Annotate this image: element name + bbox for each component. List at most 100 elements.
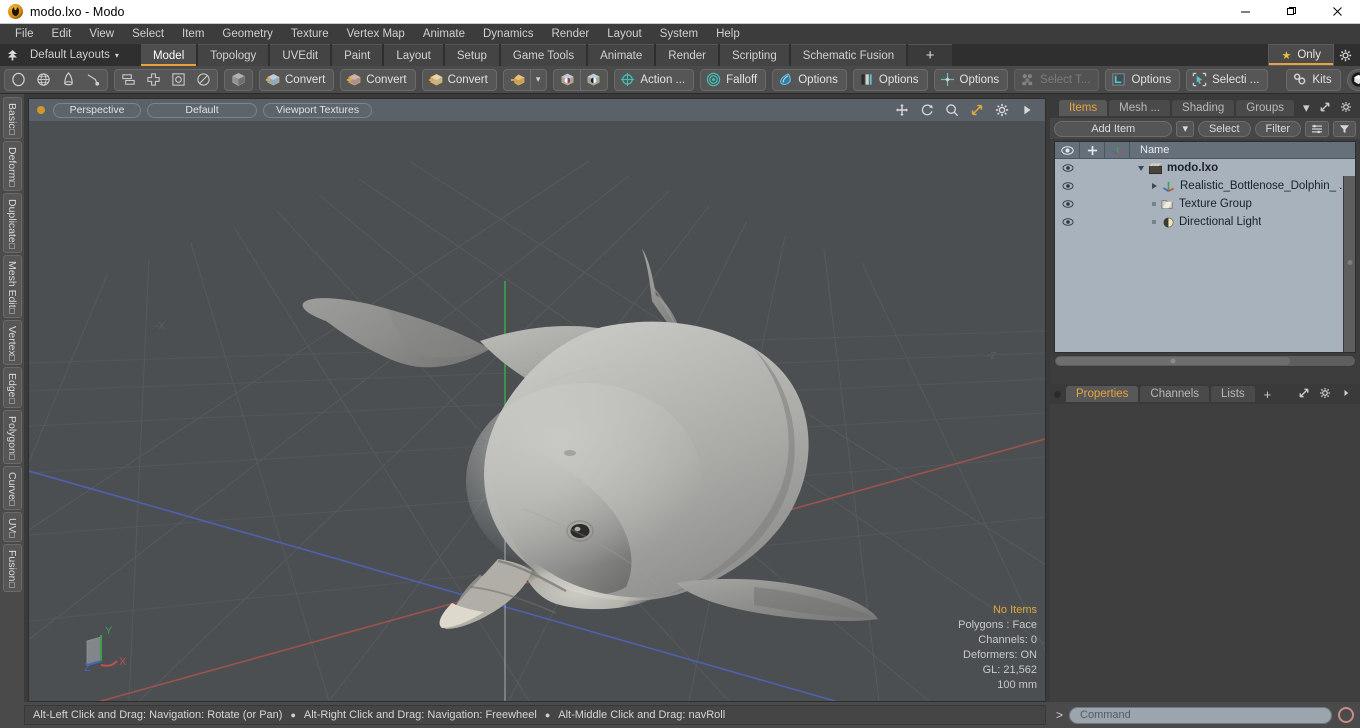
viewport-preset[interactable]: Default (147, 102, 257, 118)
sidebar-tab-polygon[interactable]: Polygon (2, 409, 22, 464)
zoom-icon[interactable] (945, 103, 960, 118)
sidebar-tab-deform[interactable]: Deform (2, 140, 22, 192)
chevron-right-icon[interactable] (1340, 387, 1355, 402)
menu-edit[interactable]: Edit (43, 25, 81, 43)
circle-tool-icon[interactable] (6, 70, 31, 90)
move-icon[interactable] (895, 103, 910, 118)
list-options-icon[interactable] (1305, 120, 1329, 137)
row-visibility-eye-icon[interactable] (1055, 164, 1080, 172)
menu-vertex-map[interactable]: Vertex Map (338, 25, 414, 43)
tab-lists[interactable]: Lists (1211, 386, 1255, 402)
convert-button-2[interactable]: Convert (340, 68, 416, 91)
tab-uvedit[interactable]: UVEdit (270, 44, 331, 66)
layout-tree-icon[interactable] (0, 44, 24, 66)
item-row-mesh[interactable]: Realistic_Bottlenose_Dolphin_ ... (1130, 179, 1349, 194)
menu-dynamics[interactable]: Dynamics (474, 25, 542, 43)
row-visibility-eye-icon[interactable] (1055, 218, 1080, 226)
falloff-button[interactable]: Falloff (700, 68, 767, 91)
select-through-button[interactable]: Select T... (1014, 68, 1100, 91)
convert-button-1[interactable]: Convert (259, 68, 335, 91)
scrollbar-thumb[interactable] (1056, 357, 1290, 365)
menu-layout[interactable]: Layout (598, 25, 651, 43)
item-row-scene[interactable]: modo.lxo (1130, 161, 1218, 176)
tab-schematic-fusion[interactable]: Schematic Fusion (790, 44, 907, 66)
teardrop-tool-icon[interactable] (81, 70, 106, 90)
menu-select[interactable]: Select (123, 25, 173, 43)
expander-down-icon[interactable] (1138, 165, 1144, 171)
snap-cube-blue-icon[interactable] (580, 69, 606, 90)
menu-render[interactable]: Render (542, 25, 598, 43)
item-list-horizontal-scrollbar[interactable] (1054, 355, 1356, 367)
menu-geometry[interactable]: Geometry (213, 25, 282, 43)
command-input[interactable]: Command (1069, 706, 1332, 724)
menu-view[interactable]: View (80, 25, 123, 43)
menu-animate[interactable]: Animate (414, 25, 474, 43)
tab-layout[interactable]: Layout (384, 44, 443, 66)
menu-help[interactable]: Help (707, 25, 749, 43)
minimize-icon[interactable] (1222, 0, 1268, 24)
dolphin-3d-model[interactable] (284, 209, 924, 629)
menu-file[interactable]: File (6, 25, 43, 43)
globe-tool-icon[interactable] (31, 70, 56, 90)
item-list[interactable]: Name modo.lxo Realistic_Bottlenose_Dolph… (1054, 141, 1356, 353)
sidebar-tab-duplicate[interactable]: Duplicate (2, 193, 22, 253)
viewport-view-mode[interactable]: Perspective (53, 102, 141, 118)
cone-tool-icon[interactable] (56, 70, 81, 90)
gear-icon[interactable] (1340, 101, 1355, 116)
kits-button[interactable]: Kits (1286, 68, 1341, 91)
circle-in-square-icon[interactable] (191, 70, 216, 90)
tab-shading[interactable]: Shading (1172, 100, 1235, 116)
sidebar-tab-edge[interactable]: Edge (2, 367, 22, 408)
cube-grey-icon[interactable] (226, 70, 251, 90)
row-visibility-eye-icon[interactable] (1055, 182, 1080, 190)
sidebar-tab-curve[interactable]: Curve (2, 465, 22, 510)
scrollbar-thumb[interactable] (1347, 260, 1352, 266)
snap-cube-red-icon[interactable] (555, 70, 580, 90)
convert-dropdown-caret[interactable]: ▾ (529, 69, 546, 90)
gear-icon[interactable] (1319, 387, 1334, 402)
options-button-4[interactable]: Options (1105, 68, 1181, 91)
rotate-icon[interactable] (920, 103, 935, 118)
tab-model[interactable]: Model (140, 44, 197, 66)
tab-scripting[interactable]: Scripting (719, 44, 789, 66)
sidebar-tab-basic[interactable]: Basic (2, 97, 22, 139)
filter-button[interactable]: Filter (1254, 120, 1301, 137)
sidebar-tab-vertex[interactable]: Vertex (2, 319, 22, 366)
item-list-vertical-scrollbar[interactable] (1343, 176, 1355, 352)
sidebar-tab-fusion[interactable]: Fusion (2, 544, 22, 592)
tab-topology[interactable]: Topology (198, 44, 269, 66)
convert-orange-cube-icon[interactable] (505, 70, 530, 90)
tab-game-tools[interactable]: Game Tools (500, 44, 587, 66)
selection-button[interactable]: Selecti ... (1186, 68, 1269, 91)
unity-export-button[interactable] (1346, 68, 1360, 91)
tab-mesh[interactable]: Mesh ... (1109, 100, 1171, 116)
tab-items[interactable]: Items (1059, 100, 1108, 116)
options-button-2[interactable]: Options (852, 68, 928, 91)
layout-gear-icon[interactable] (1334, 44, 1356, 66)
funnel-icon[interactable] (1333, 120, 1356, 137)
menu-item[interactable]: Item (173, 25, 213, 43)
expander-right-icon[interactable] (1152, 183, 1157, 189)
tab-paint[interactable]: Paint (332, 44, 383, 66)
expand-icon[interactable] (1298, 387, 1313, 402)
viewport-shading-mode[interactable]: Viewport Textures (263, 102, 373, 118)
square-in-square-icon[interactable] (166, 70, 191, 90)
table-row[interactable]: modo.lxo (1055, 159, 1355, 177)
row-visibility-eye-icon[interactable] (1055, 200, 1080, 208)
add-item-dropdown[interactable]: ▾ (1176, 120, 1194, 137)
stack-tool-icon[interactable] (116, 70, 141, 90)
action-center-button[interactable]: Action ... (614, 68, 695, 91)
only-button[interactable]: ★ Only (1268, 44, 1334, 66)
table-row[interactable]: Texture Group (1055, 195, 1355, 213)
gear-icon[interactable] (995, 103, 1010, 118)
panel-tabs-overflow-caret[interactable]: ▾ (1296, 100, 1317, 116)
record-icon[interactable] (1338, 707, 1354, 723)
add-item-button[interactable]: Add Item (1054, 120, 1173, 137)
cross-tool-icon[interactable] (141, 70, 166, 90)
expand-icon[interactable] (1319, 101, 1334, 116)
default-layouts-dropdown[interactable]: Default Layouts ▾ (24, 44, 131, 66)
close-icon[interactable] (1314, 0, 1360, 24)
item-row-directional-light[interactable]: Directional Light (1130, 215, 1261, 230)
options-button-1[interactable]: Options (772, 68, 847, 91)
chevron-right-icon[interactable] (1020, 103, 1035, 118)
